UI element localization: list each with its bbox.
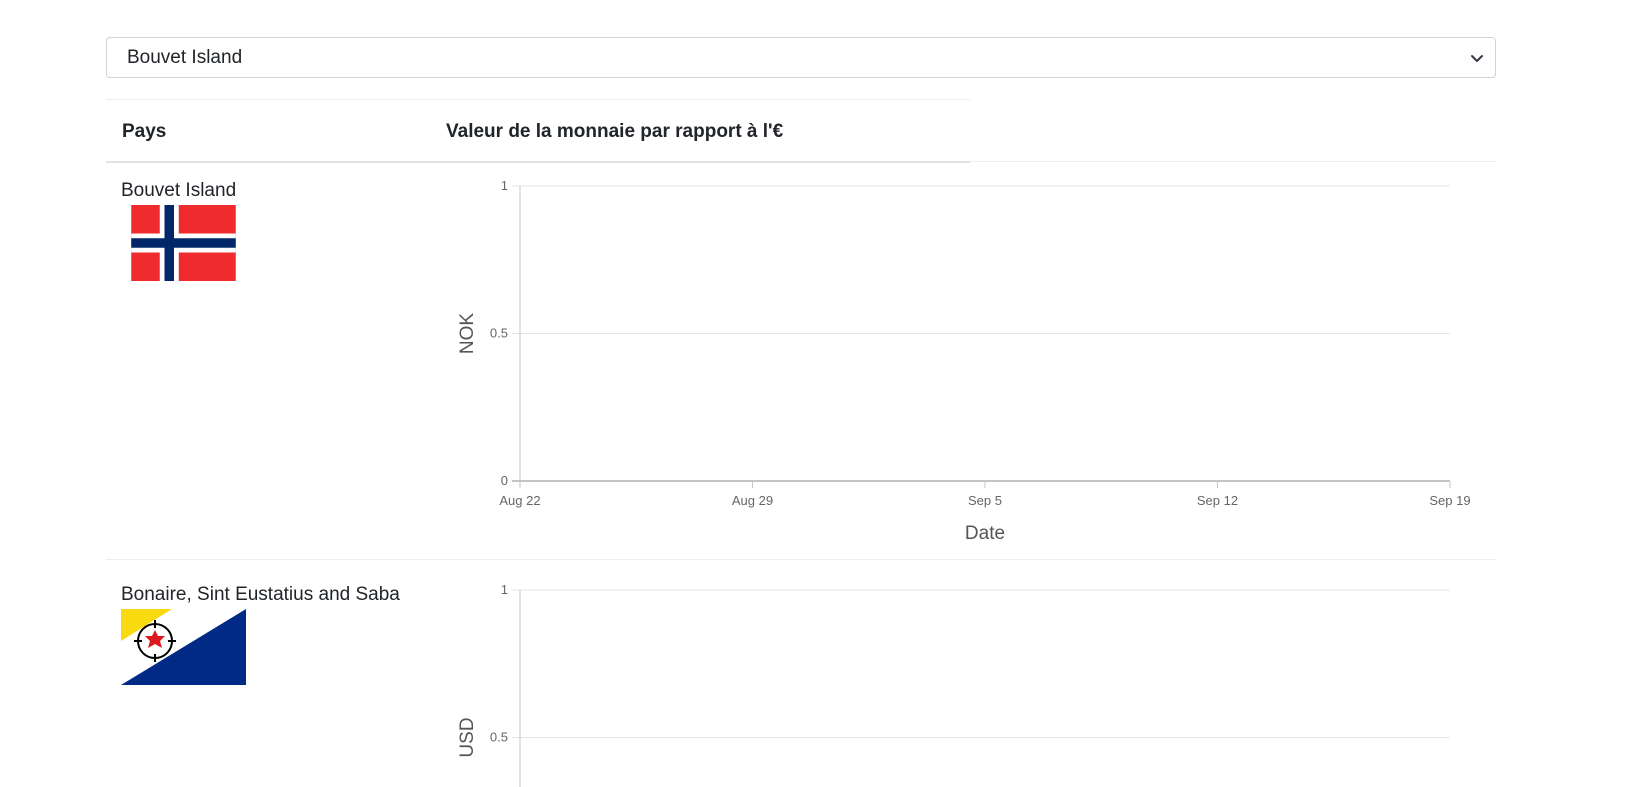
- y-axis-title: NOK: [457, 313, 478, 355]
- y-tick-label: 0: [501, 473, 508, 488]
- chevron-down-icon: [1471, 55, 1483, 62]
- y-tick-label: 0.5: [490, 730, 508, 745]
- row-divider: [106, 559, 1496, 560]
- y-tick-label: 0.5: [490, 326, 508, 341]
- chart-usd: 0.5 1 USD: [457, 582, 1450, 787]
- y-tick-label: 1: [501, 582, 508, 597]
- chart-nok: 0 0.5 1 Aug 22 Aug 29 Sep 5 Sep 12 Sep 19 NOK Dat…: [457, 178, 1471, 544]
- y-tick-label: 1: [501, 178, 508, 193]
- header-country-label: Pays: [122, 121, 167, 142]
- table-header: Pays Valeur de la monnaie par rapport à …: [106, 99, 1496, 163]
- header-cell-value: Valeur de la monnaie par rapport à l'€: [430, 99, 970, 163]
- x-tick-label: Aug 22: [499, 493, 540, 508]
- header-value-label: Valeur de la monnaie par rapport à l'€: [446, 121, 784, 142]
- x-tick-label: Sep 5: [968, 493, 1002, 508]
- x-tick-label: Aug 29: [732, 493, 773, 508]
- table-row: Bouvet Island 0 0.5 1 Aug 22 Aug 29 Sep 5 Sep …: [106, 163, 1496, 561]
- country-select-value: Bouvet Island: [127, 47, 243, 68]
- country-select[interactable]: Bouvet Island: [106, 37, 1496, 78]
- x-axis-title: Date: [965, 523, 1005, 544]
- table-row: Bonaire, Sint Eustatius and Saba 0.5 1 USD: [106, 561, 1496, 787]
- header-divider: [970, 161, 1496, 162]
- x-tick-label: Sep 19: [1429, 493, 1470, 508]
- header-cell-country: Pays: [106, 99, 430, 163]
- x-tick-label: Sep 12: [1197, 493, 1238, 508]
- y-axis-title: USD: [457, 717, 478, 757]
